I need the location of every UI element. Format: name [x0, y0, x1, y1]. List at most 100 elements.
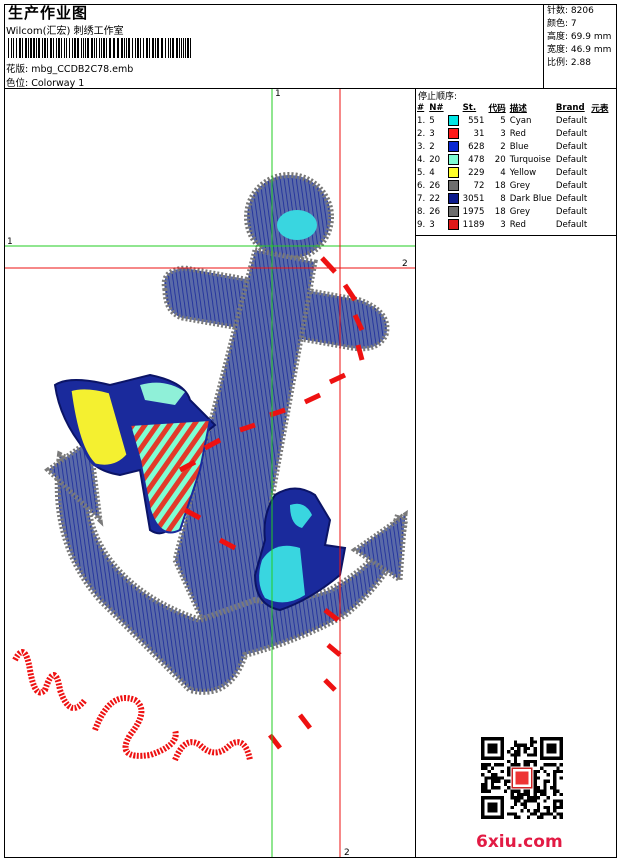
row-needle: 2: [429, 141, 435, 152]
green-x-label: 1: [275, 89, 281, 99]
color-table: # N# St. 代码 描述 Brand 元表 1. 5 551 5 Cyan Defau…: [415, 101, 610, 231]
row-code: 3: [500, 128, 506, 139]
col-num: #: [417, 102, 425, 113]
row-num: 5.: [417, 167, 426, 178]
row-stitches: 551: [468, 115, 485, 126]
row-needle: 20: [429, 154, 441, 165]
row-swatch: [446, 114, 461, 127]
col-swatch: [446, 101, 461, 114]
row-stitches: 229: [468, 167, 485, 178]
row-code: 18: [494, 180, 506, 191]
row-brand: Default: [555, 141, 588, 152]
row-desc: Turquoise: [509, 154, 551, 165]
color-swatch: [447, 141, 459, 152]
color-swatch: [447, 180, 459, 191]
row-stitches: 31: [473, 128, 485, 139]
qr-code: [481, 737, 563, 819]
design-name-label: 花版:: [6, 64, 29, 75]
row-num: 2.: [417, 128, 426, 139]
barcode: [8, 38, 191, 58]
row-stitches: 628: [468, 141, 485, 152]
row-num: 3.: [417, 141, 426, 152]
site-brand: 6xiu.com: [476, 832, 563, 852]
row-extra: [589, 205, 610, 218]
color-swatch: [447, 219, 459, 230]
row-extra: [589, 114, 610, 127]
red-x-label: 2: [344, 848, 350, 858]
row-brand: Default: [555, 180, 588, 191]
row-desc: Blue: [509, 141, 529, 152]
color-swatch: [447, 154, 459, 165]
color-row: 2. 3 31 3 Red Default: [415, 127, 610, 140]
color-table-header: # N# St. 代码 描述 Brand 元表: [415, 101, 610, 114]
row-needle: 4: [429, 167, 435, 178]
row-desc: Grey: [509, 180, 531, 191]
colorway: Colorway 1: [31, 78, 85, 89]
row-code: 5: [500, 115, 506, 126]
row-code: 2: [500, 141, 506, 152]
row-code: 8: [500, 193, 506, 204]
row-num: 9.: [417, 219, 426, 230]
row-swatch: [446, 140, 461, 153]
row-stitches: 1189: [462, 219, 485, 230]
design-name-row: 花版: mbg_CCDB2C78.emb: [6, 61, 133, 75]
color-swatch: [447, 206, 459, 217]
color-swatch: [447, 167, 459, 178]
row-needle: 5: [429, 115, 435, 126]
row-extra: [589, 153, 610, 166]
row-desc: Yellow: [509, 167, 537, 178]
row-extra: [589, 179, 610, 192]
row-needle: 26: [429, 206, 441, 217]
row-needle: 22: [429, 193, 441, 204]
row-num: 8.: [417, 206, 426, 217]
row-desc: Red: [509, 219, 527, 230]
design-canvas: [5, 89, 415, 857]
red-y-label: 2: [402, 259, 408, 269]
colorway-label: 色位:: [6, 78, 29, 89]
row-swatch: [446, 179, 461, 192]
color-swatch: [447, 115, 459, 126]
row-num: 6.: [417, 180, 426, 191]
row-code: 3: [500, 219, 506, 230]
row-swatch: [446, 127, 461, 140]
row-stitches: 72: [473, 180, 485, 191]
row-desc: Grey: [509, 206, 531, 217]
row-num: 7.: [417, 193, 426, 204]
color-row: 9. 3 1189 3 Red Default: [415, 218, 610, 231]
row-stitches: 3051: [462, 193, 485, 204]
row-needle: 26: [429, 180, 441, 191]
color-row: 3. 2 628 2 Blue Default: [415, 140, 610, 153]
row-code: 18: [494, 206, 506, 217]
row-brand: Default: [555, 219, 588, 230]
document-title: 生产作业图: [8, 4, 89, 22]
row-stitches: 1975: [462, 206, 485, 217]
stat-width: 宽度: 46.9 mm: [547, 45, 612, 55]
row-stitches: 478: [468, 154, 485, 165]
row-swatch: [446, 218, 461, 231]
row-brand: Default: [555, 167, 588, 178]
color-row: 5. 4 229 4 Yellow Default: [415, 166, 610, 179]
row-brand: Default: [555, 128, 588, 139]
row-code: 4: [500, 167, 506, 178]
row-swatch: [446, 153, 461, 166]
col-code: 代码: [488, 103, 506, 114]
color-swatch: [447, 193, 459, 204]
color-row: 1. 5 551 5 Cyan Default: [415, 114, 610, 127]
stat-colors: 颜色: 7: [547, 19, 577, 29]
row-extra: [589, 127, 610, 140]
col-brand: Brand: [555, 102, 585, 113]
row-num: 1.: [417, 115, 426, 126]
color-row: 8. 26 1975 18 Grey Default: [415, 205, 610, 218]
row-needle: 3: [429, 219, 435, 230]
col-stitches: St.: [462, 102, 477, 113]
row-extra: [589, 166, 610, 179]
col-needle: N#: [429, 102, 444, 113]
company-name: Wilcom(汇宏) 刺绣工作室: [6, 26, 124, 37]
row-swatch: [446, 166, 461, 179]
row-swatch: [446, 205, 461, 218]
row-extra: [589, 218, 610, 231]
color-row: 6. 26 72 18 Grey Default: [415, 179, 610, 192]
row-brand: Default: [555, 115, 588, 126]
row-extra: [589, 140, 610, 153]
col-extra: 元表: [591, 103, 609, 114]
